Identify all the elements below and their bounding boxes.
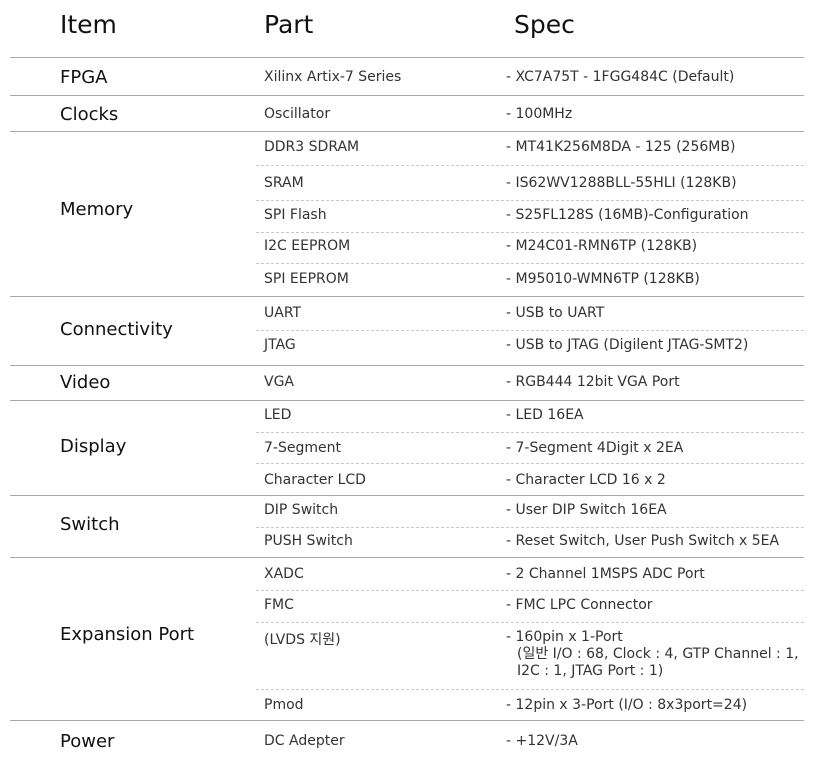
spec-table: Item Part Spec FPGA Xilinx Artix-7 Series… (10, 0, 804, 767)
row-divider (10, 400, 804, 401)
item-label: Power (60, 731, 115, 752)
part-cell: 7-Segment (264, 440, 341, 456)
spec-line: - 2 Channel 1MSPS ADC Port (506, 566, 705, 582)
spec-line: - +12V/3A (506, 733, 578, 749)
sub-row-divider (256, 432, 804, 433)
spec-cell: - User DIP Switch 16EA (506, 502, 667, 519)
spec-line: - User DIP Switch 16EA (506, 502, 667, 518)
sub-row-divider (256, 232, 804, 233)
spec-cell: - 160pin x 1-Port (일반 I/O : 68, Clock : 4… (506, 629, 799, 680)
part-cell: I2C EEPROM (264, 238, 351, 254)
part-cell: FMC (264, 597, 294, 613)
spec-line: I2C : 1, JTAG Port : 1) (517, 663, 664, 679)
part-cell: Oscillator (264, 106, 331, 122)
sub-row-divider (256, 590, 804, 591)
part-cell: DC Adepter (264, 733, 345, 749)
item-label: Expansion Port (60, 624, 195, 645)
part-cell: SPI EEPROM (264, 271, 349, 287)
part-cell: (LVDS 지원) (264, 632, 341, 648)
spec-line: - XC7A75T - 1FGG484C (Default) (506, 69, 735, 85)
header-part: Part (264, 10, 314, 39)
sub-row-divider (256, 165, 804, 166)
row-divider (10, 495, 804, 496)
item-label: Clocks (60, 104, 119, 125)
sub-row-divider (256, 689, 804, 690)
spec-line: - 100MHz (506, 106, 573, 122)
spec-line: - RGB444 12bit VGA Port (506, 374, 680, 390)
spec-cell: - LED 16EA (506, 407, 584, 424)
row-divider (10, 557, 804, 558)
spec-line: - M95010-WMN6TP (128KB) (506, 271, 700, 287)
spec-cell: - +12V/3A (506, 733, 578, 750)
part-cell: SPI Flash (264, 207, 327, 223)
row-divider (10, 296, 804, 297)
item-label: Connectivity (60, 319, 173, 340)
spec-cell: - XC7A75T - 1FGG484C (Default) (506, 69, 734, 86)
part-cell: PUSH Switch (264, 533, 353, 549)
header-item: Item (60, 10, 117, 39)
spec-line: - 7-Segment 4Digit x 2EA (506, 440, 684, 456)
sub-row-divider (256, 200, 804, 201)
part-cell: VGA (264, 374, 295, 390)
part-cell: Xilinx Artix-7 Series (264, 69, 402, 85)
item-label: FPGA (60, 67, 108, 88)
header-spec: Spec (514, 10, 575, 39)
spec-line: - Character LCD 16 x 2 (506, 472, 666, 488)
item-label: Display (60, 436, 127, 457)
spec-cell: - Reset Switch, User Push Switch x 5EA (506, 533, 779, 550)
part-cell: JTAG (264, 337, 296, 353)
spec-cell: - RGB444 12bit VGA Port (506, 374, 680, 391)
spec-cell: - IS62WV1288BLL-55HLI (128KB) (506, 175, 737, 192)
spec-line: - IS62WV1288BLL-55HLI (128KB) (506, 175, 737, 191)
item-label: Video (60, 372, 111, 393)
spec-line: - MT41K256M8DA - 125 (256MB) (506, 139, 736, 155)
row-divider (10, 57, 804, 58)
spec-line: - 160pin x 1-Port (506, 629, 623, 645)
spec-cell: - M95010-WMN6TP (128KB) (506, 271, 700, 288)
sub-row-divider (256, 622, 804, 623)
spec-line: - USB to JTAG (Digilent JTAG-SMT2) (506, 337, 749, 353)
row-divider (10, 131, 804, 132)
sub-row-divider (256, 263, 804, 264)
sub-row-divider (256, 330, 804, 331)
item-label: Memory (60, 199, 134, 220)
spec-cell: - M24C01-RMN6TP (128KB) (506, 238, 697, 255)
part-cell: Character LCD (264, 472, 366, 488)
row-divider (10, 95, 804, 96)
part-cell: Pmod (264, 697, 304, 713)
spec-cell: - 100MHz (506, 106, 572, 123)
spec-cell: - S25FL128S (16MB)-Configuration (506, 207, 749, 224)
part-cell: UART (264, 305, 302, 321)
spec-cell: - 12pin x 3-Port (I/O : 8x3port=24) (506, 697, 747, 714)
spec-line: (일반 I/O : 68, Clock : 4, GTP Channel : 1… (517, 646, 799, 662)
row-divider (10, 720, 804, 721)
item-label: Switch (60, 514, 120, 535)
spec-cell: - 2 Channel 1MSPS ADC Port (506, 566, 705, 583)
spec-line: - Reset Switch, User Push Switch x 5EA (506, 533, 780, 549)
spec-cell: - FMC LPC Connector (506, 597, 653, 614)
spec-line: - USB to UART (506, 305, 605, 321)
spec-line: - S25FL128S (16MB)-Configuration (506, 207, 749, 223)
sub-row-divider (256, 527, 804, 528)
spec-cell: - 7-Segment 4Digit x 2EA (506, 440, 683, 457)
spec-cell: - USB to JTAG (Digilent JTAG-SMT2) (506, 337, 748, 354)
spec-cell: - USB to UART (506, 305, 604, 322)
part-cell: XADC (264, 566, 304, 582)
spec-line: - LED 16EA (506, 407, 584, 423)
part-cell: LED (264, 407, 292, 423)
part-cell: DDR3 SDRAM (264, 139, 360, 155)
row-divider (10, 365, 804, 366)
spec-cell: - MT41K256M8DA - 125 (256MB) (506, 139, 735, 156)
spec-line: - FMC LPC Connector (506, 597, 653, 613)
spec-line: - 12pin x 3-Port (I/O : 8x3port=24) (506, 697, 748, 713)
part-cell: DIP Switch (264, 502, 339, 518)
sub-row-divider (256, 463, 804, 464)
spec-line: - M24C01-RMN6TP (128KB) (506, 238, 698, 254)
part-cell: SRAM (264, 175, 304, 191)
spec-cell: - Character LCD 16 x 2 (506, 472, 666, 489)
